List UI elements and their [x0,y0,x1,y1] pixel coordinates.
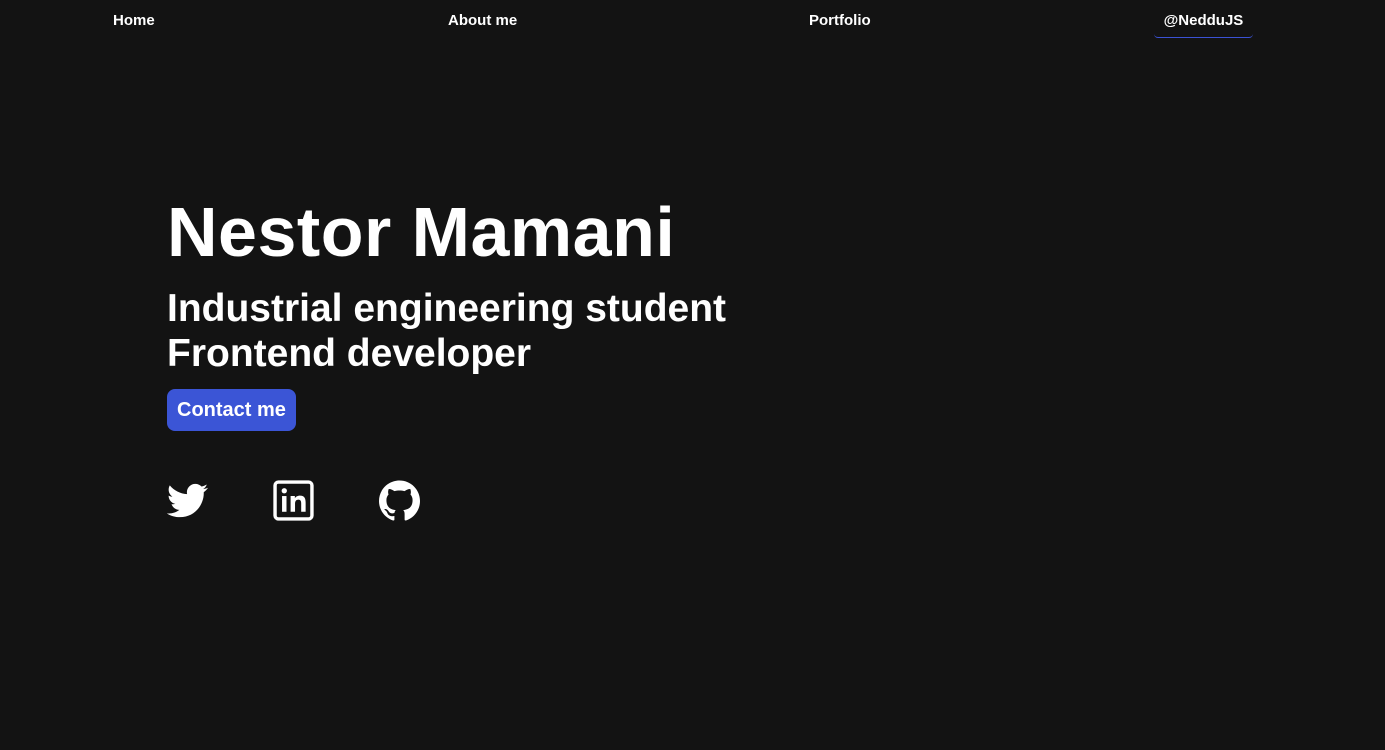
nav-link-about[interactable]: About me [448,12,517,30]
github-link[interactable] [379,480,420,521]
top-navigation: Home About me Portfolio @NedduJS [0,0,1385,42]
nav-link-home[interactable]: Home [113,12,155,30]
nav-link-handle[interactable]: @NedduJS [1154,4,1253,38]
roles-list: Industrial engineering student Frontend … [167,286,726,376]
linkedin-icon [273,480,314,521]
contact-button[interactable]: Contact me [167,389,296,431]
role-line: Frontend developer [167,332,532,375]
github-icon [379,480,420,521]
twitter-icon [167,480,208,521]
hero-section: Nestor Mamani Industrial engineering stu… [167,190,726,431]
nav-link-portfolio[interactable]: Portfolio [809,12,871,30]
linkedin-link[interactable] [273,480,314,521]
page-title: Nestor Mamani [167,193,676,271]
twitter-link[interactable] [167,480,208,521]
role-line: Industrial engineering student [167,287,727,330]
